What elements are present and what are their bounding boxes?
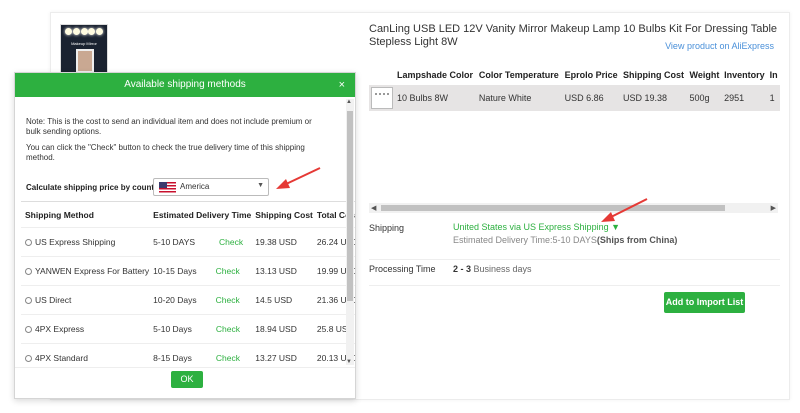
us-flag-icon <box>159 182 176 193</box>
view-on-aliexpress-link[interactable]: View product on AliExpress <box>665 41 774 51</box>
radio-button[interactable] <box>25 326 32 333</box>
scroll-left-icon[interactable]: ◀ <box>371 204 376 212</box>
scroll-right-icon[interactable]: ▶ <box>771 204 776 212</box>
country-select[interactable]: America ▼ <box>153 178 269 196</box>
shipping-table-header: Shipping Method Estimated Delivery Time … <box>25 209 355 220</box>
scroll-down-icon[interactable]: ▼ <box>346 359 352 365</box>
check-link[interactable]: Check <box>216 266 240 276</box>
check-note-text: You can click the "Check" button to chec… <box>26 143 305 162</box>
col-weight: Weight <box>689 70 720 80</box>
scrollbar-thumb[interactable] <box>381 205 725 211</box>
country-label: Calculate shipping price by country : <box>26 183 167 192</box>
modal-footer: OK <box>15 367 355 399</box>
shipping-methods-table: Shipping Method Estimated Delivery Time … <box>21 201 355 367</box>
table-row[interactable]: 4PX Standard 8-15 Days Check 13.27 USD 20… <box>21 343 355 367</box>
country-value: America <box>180 182 210 191</box>
variant-table-header: Lampshade Color Color Temperature Eprolo… <box>369 65 780 85</box>
scroll-up-icon[interactable]: ▲ <box>346 99 352 105</box>
ok-button[interactable]: OK <box>171 371 203 388</box>
radio-button[interactable] <box>25 355 32 363</box>
table-row[interactable]: 4PX Express 5-10 Days Check 18.94 USD 25.… <box>21 314 355 344</box>
modal-body: Note: This is the cost to send an indivi… <box>15 97 355 367</box>
modal-title: Available shipping methods <box>124 79 246 90</box>
check-link[interactable]: Check <box>216 353 240 363</box>
check-link[interactable]: Check <box>216 295 240 305</box>
variant-table: Lampshade Color Color Temperature Eprolo… <box>369 65 780 111</box>
close-icon[interactable]: × <box>339 73 345 97</box>
add-to-import-list-button[interactable]: Add to Import List <box>664 292 745 313</box>
radio-button[interactable] <box>25 239 32 246</box>
table-row[interactable]: US Direct 10-20 Days Check 14.5 USD 21.36… <box>21 285 355 315</box>
processing-value: 2 - 3 Business days <box>453 264 532 274</box>
col-inventory: Inventory <box>724 70 765 80</box>
variant-image <box>371 87 393 109</box>
check-link[interactable]: Check <box>219 237 243 247</box>
mirror-image <box>76 49 94 73</box>
annotation-arrow-icon <box>276 167 321 189</box>
col-lampshade-color: Lampshade Color <box>397 70 474 80</box>
check-link[interactable]: Check <box>216 324 240 334</box>
table-row[interactable]: YANWEN Express For Battery 10-15 Days Che… <box>21 256 355 286</box>
table-row[interactable]: 10 Bulbs 8W Nature White USD 6.86 USD 19… <box>369 85 780 111</box>
product-thumbnail[interactable]: Makeup Mirror <box>60 24 108 76</box>
annotation-arrow-icon <box>601 198 648 222</box>
estimated-delivery: Estimated Delivery Time:5-10 DAYS(Ships … <box>453 235 678 245</box>
radio-button[interactable] <box>25 268 32 275</box>
chevron-down-icon: ▼ <box>257 182 264 189</box>
processing-row: Processing Time 2 - 3 Business days <box>369 262 780 286</box>
thumbnail-caption: Makeup Mirror <box>71 41 97 46</box>
note-text: Note: This is the cost to send an indivi… <box>26 117 312 136</box>
col-truncated: In <box>769 70 778 80</box>
radio-button[interactable] <box>25 297 32 304</box>
col-shipping-cost: Shipping Cost <box>623 70 684 80</box>
col-eprolo-price: Eprolo Price <box>564 70 618 80</box>
modal-header: Available shipping methods × <box>15 73 355 97</box>
shipping-row: Shipping United States via US Express Sh… <box>369 220 780 260</box>
col-color-temperature: Color Temperature <box>478 70 559 80</box>
shipping-label: Shipping <box>369 223 405 233</box>
vertical-scrollbar[interactable]: ▲ ▼ <box>346 99 354 365</box>
horizontal-scrollbar[interactable]: ◀ ▶ <box>369 203 778 213</box>
scrollbar-thumb[interactable] <box>347 111 353 301</box>
shipping-methods-modal: Available shipping methods × Note: This … <box>14 72 356 399</box>
processing-label: Processing Time <box>369 264 436 274</box>
table-row[interactable]: US Express Shipping 5-10 DAYS Check 19.38… <box>21 227 355 257</box>
